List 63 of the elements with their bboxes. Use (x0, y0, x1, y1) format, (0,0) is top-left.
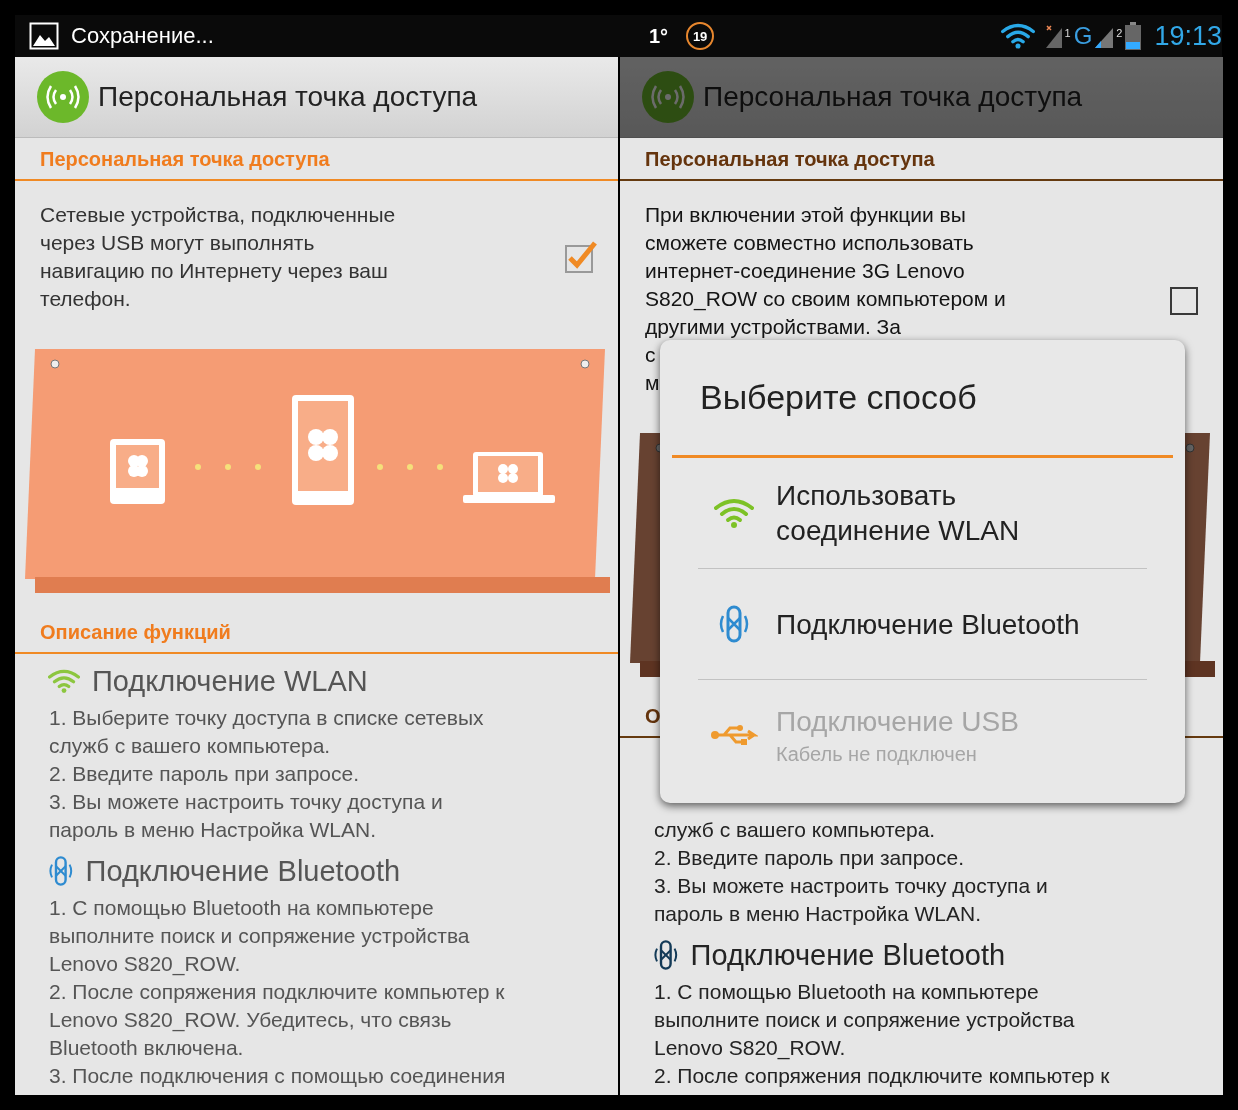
instruction-text: 1. Выберите точку доступа в списке сетевых (49, 705, 484, 731)
instruction-text: 2. Введите пароль при запросе. (654, 845, 965, 871)
screen-title: Персональная точка доступа (703, 81, 1083, 113)
wifi-icon (1000, 23, 1035, 49)
description-text: При включении этой функции вы (645, 202, 966, 228)
instruction-text: Lenovo S820_ROW. Убедитесь, что связь (49, 1007, 452, 1034)
status-indicator: 1° (649, 24, 669, 48)
instruction-text: 1. С помощью Bluetooth на компьютере (654, 979, 1039, 1005)
section-title: Персональная точка доступа (645, 148, 935, 171)
instruction-text: Lenovo S820_ROW. (49, 951, 241, 978)
instruction-text: 2. Введите пароль при запросе. (49, 761, 360, 787)
dialog-title: Выберите способ (672, 340, 1173, 458)
instruction-text: пароль в меню Настройка WLAN. (49, 817, 376, 843)
wifi-icon (48, 669, 80, 693)
bluetooth-icon (48, 855, 74, 887)
instruction-text: 1. С помощью Bluetooth на компьютере (49, 895, 434, 921)
description-text: навигацию по Интернету через ваш (40, 258, 388, 284)
bluetooth-icon (718, 604, 750, 644)
description-text: сможете совместно использовать (645, 230, 974, 256)
description-text: м (645, 370, 660, 396)
instruction-text: 3. Вы можете настроить точку доступа и (49, 789, 443, 815)
sim-number: 1 (1064, 26, 1071, 39)
description-text: с (645, 342, 656, 368)
instruction-text: служб с вашего компьютера. (49, 733, 331, 759)
hotspot-icon (641, 70, 695, 124)
instruction-text: пароль в меню Настройка WLAN. (654, 901, 981, 927)
usb-icon (710, 723, 758, 747)
image-icon (29, 22, 59, 50)
instruction-text: 3. После подключения с помощью соединения (49, 1063, 506, 1089)
notification-badge: 19 (686, 22, 715, 50)
dialog-option[interactable]: Использовать соединение WLAN (672, 458, 1173, 568)
sim-number: 2 (1116, 26, 1123, 39)
instruction-text: Lenovo S820_ROW. (654, 1035, 846, 1062)
dialog-option[interactable]: Подключение Bluetooth (672, 569, 1173, 679)
network-type: G (1073, 22, 1093, 50)
notification-title: Сохранение... (71, 23, 214, 49)
signal-icon (1045, 24, 1062, 48)
instruction-text: служб с вашего компьютера. (654, 817, 936, 843)
section-title: Персональная точка доступа (40, 148, 330, 171)
instruction-text: 3. Вы можете настроить точку доступа и (654, 873, 1048, 899)
description-text: Сетевые устройства, подключенные (40, 202, 396, 228)
wifi-icon (714, 498, 754, 528)
screen-title: Персональная точка доступа (98, 81, 478, 113)
description-text: телефон. (40, 286, 131, 312)
feature-title: Подключение WLAN (92, 664, 368, 698)
bluetooth-icon (653, 939, 679, 971)
description-text: другими устройствами. За (645, 314, 901, 340)
feature-title: Подключение Bluetooth (690, 938, 1006, 972)
section-title: О (645, 705, 661, 728)
hotspot-checkbox[interactable] (564, 240, 598, 274)
hotspot-icon (36, 70, 90, 124)
instruction-text: Bluetooth включена. (49, 1035, 244, 1061)
description-text: S820_ROW со своим компьютером и (645, 286, 1006, 313)
instruction-text: 2. После сопряжения подключите компьютер к (654, 1063, 1110, 1089)
instruction-text: выполните поиск и сопряжение устройства (654, 1007, 1075, 1033)
section-title: Описание функций (40, 621, 231, 644)
description-text: через USB могут выполнять (40, 230, 315, 256)
clock: 19:13 (1154, 20, 1222, 52)
instruction-text: выполните поиск и сопряжение устройства (49, 923, 470, 949)
description-text: интернет-соединение 3G Lenovo (645, 258, 965, 284)
feature-title: Подключение Bluetooth (85, 854, 401, 888)
battery-icon (1125, 22, 1142, 50)
instruction-text: 2. После сопряжения подключите компьютер к (49, 979, 505, 1005)
